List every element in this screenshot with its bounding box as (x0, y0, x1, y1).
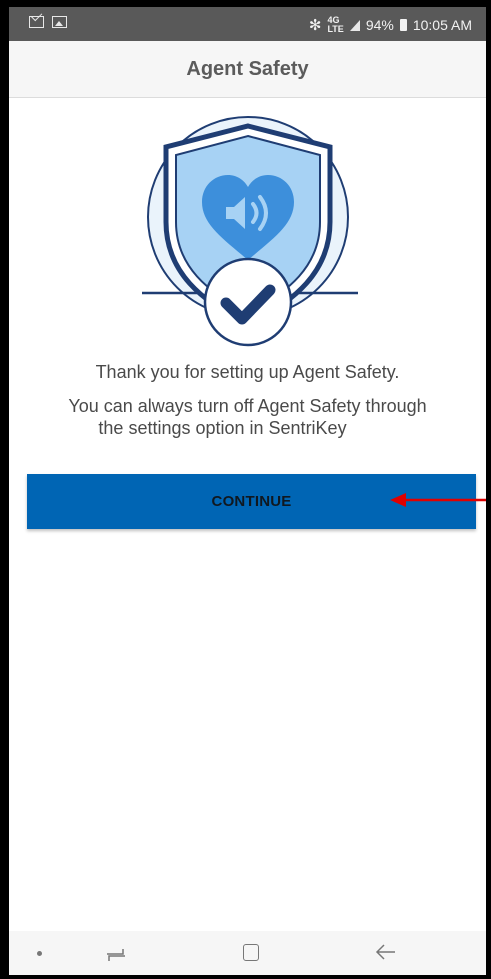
bluetooth-icon: ✻ (308, 17, 322, 34)
phone-screen: ✻ 4G LTE 94% 10:05 AM Agent Safety Thank… (9, 7, 486, 975)
home-icon[interactable] (243, 944, 259, 961)
settings-info-line-2-text: the settings option in SentriKey (98, 418, 347, 438)
red-arrow-icon (390, 493, 486, 507)
thank-you-message: Thank you for setting up Agent Safety. (95, 362, 400, 382)
navigation-bar (9, 931, 486, 975)
shield-heart-speaker-check-icon (142, 116, 358, 347)
battery-percent: 94% (365, 17, 394, 33)
dot-icon[interactable] (37, 951, 42, 956)
app-bar: Agent Safety (9, 41, 486, 98)
recents-icon[interactable] (105, 943, 127, 963)
network-type-indicator: 4G LTE (327, 15, 344, 34)
signal-icon (349, 19, 360, 31)
settings-info-line-2: the settings option in SentriKey (9, 417, 486, 440)
image-icon (52, 16, 67, 28)
status-bar: ✻ 4G LTE 94% 10:05 AM (9, 7, 486, 41)
settings-info-message: You can always turn off Agent Safety thr… (9, 395, 486, 440)
status-time: 10:05 AM (412, 17, 472, 33)
battery-icon (399, 19, 407, 31)
page-title: Agent Safety (186, 57, 309, 80)
status-right: ✻ 4G LTE 94% 10:05 AM (308, 15, 472, 35)
back-icon[interactable] (375, 942, 397, 962)
mail-icon (29, 16, 44, 28)
redaction-block (346, 419, 397, 440)
status-left (29, 16, 67, 28)
settings-info-line-1: You can always turn off Agent Safety thr… (68, 396, 427, 416)
